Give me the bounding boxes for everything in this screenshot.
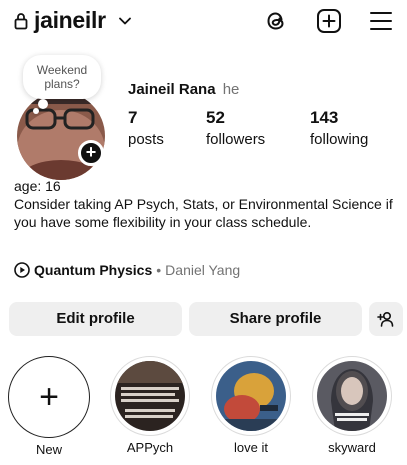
share-profile-button[interactable]: Share profile <box>189 302 362 336</box>
bio-text: Consider taking AP Psych, Stats, or Envi… <box>14 196 393 230</box>
highlight-label: love it <box>234 440 268 455</box>
add-story-icon[interactable]: + <box>78 140 104 166</box>
song-artist: Daniel Yang <box>165 262 241 278</box>
followers-stat[interactable]: 52 followers <box>206 108 265 148</box>
followers-count: 52 <box>206 108 225 127</box>
highlight-image <box>216 361 286 431</box>
highlight-image <box>317 361 387 431</box>
avatar <box>17 92 105 180</box>
highlight-thumbnail <box>216 361 286 431</box>
highlight-item[interactable]: love it <box>209 356 293 455</box>
profile-avatar[interactable]: + <box>17 92 107 182</box>
following-stat[interactable]: 143 following <box>310 108 368 148</box>
add-user-icon <box>377 311 394 327</box>
separator-dot: • <box>156 262 162 278</box>
highlight-label: APPych <box>126 440 174 455</box>
bio-age: age: 16 <box>14 178 61 194</box>
username[interactable]: jaineilr <box>34 7 106 34</box>
highlight-item[interactable]: skyward <box>310 356 394 455</box>
new-highlight-ring: + <box>8 356 90 438</box>
highlight-item[interactable]: APPych <box>108 356 192 455</box>
highlight-thumbnail <box>115 361 185 431</box>
highlight-label: New <box>35 442 62 457</box>
note-bubble-tail <box>38 99 48 109</box>
posts-label: posts <box>128 131 164 148</box>
highlight-image <box>115 361 185 431</box>
following-count: 143 <box>310 108 339 127</box>
song-title: Quantum Physics <box>34 262 153 278</box>
menu-icon[interactable] <box>369 9 393 33</box>
posts-stat[interactable]: 7 posts <box>128 108 164 148</box>
highlight-thumbnail <box>317 361 387 431</box>
profile-music[interactable]: Quantum Physics • Daniel Yang <box>14 262 240 278</box>
note-bubble[interactable]: Weekend plans? <box>23 55 101 99</box>
threads-icon[interactable] <box>262 7 290 35</box>
plus-icon: + <box>39 378 59 416</box>
following-label: following <box>310 131 369 148</box>
discover-people-button[interactable] <box>369 302 403 336</box>
highlight-label: skyward <box>328 440 376 455</box>
highlight-ring <box>211 356 291 436</box>
pronouns: he <box>222 81 240 98</box>
full-name: Jaineil Rana he <box>128 81 239 98</box>
edit-profile-button[interactable]: Edit profile <box>9 302 182 336</box>
posts-count: 7 <box>128 108 138 127</box>
highlight-ring <box>312 356 392 436</box>
full-name-text: Jaineil Rana <box>128 81 216 98</box>
highlight-ring <box>110 356 190 436</box>
lock-icon <box>14 13 28 30</box>
add-square-icon[interactable] <box>315 7 343 35</box>
avatar-photo <box>17 92 105 180</box>
highlight-new[interactable]: + New <box>7 356 91 457</box>
play-circle-icon <box>14 262 30 278</box>
chevron-down-icon[interactable] <box>118 14 132 28</box>
note-bubble-tail-small <box>33 108 39 114</box>
followers-label: followers <box>206 131 266 148</box>
top-bar: jaineilr <box>0 0 407 44</box>
